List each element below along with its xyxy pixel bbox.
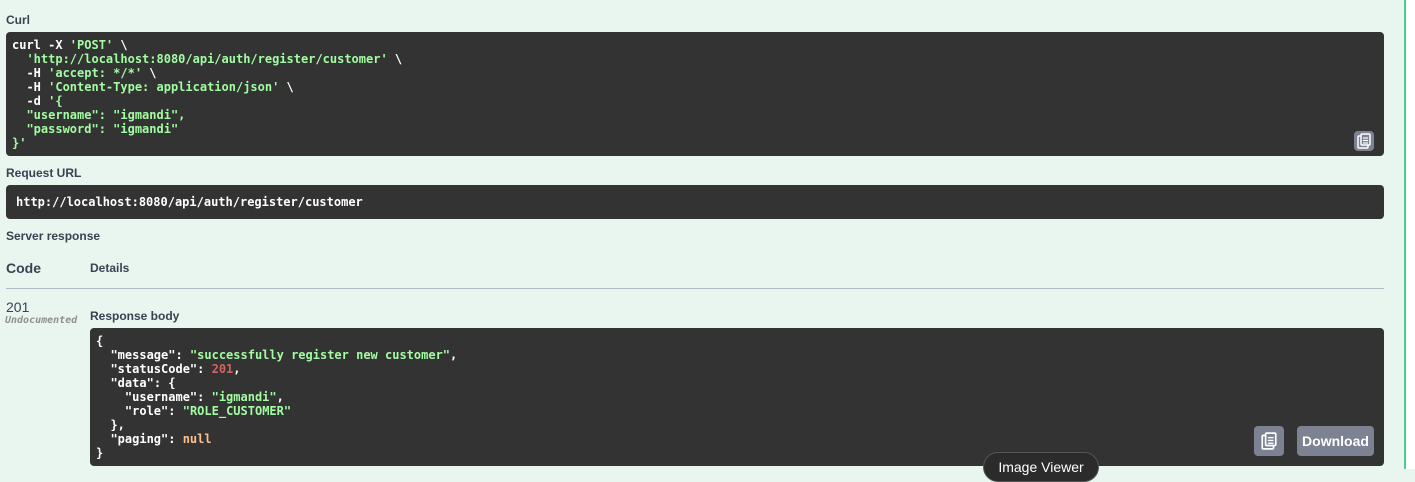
response-copy-button[interactable] [1254, 426, 1284, 456]
curl-line-8: }' [12, 136, 27, 150]
curl-copy-button[interactable] [1354, 131, 1374, 151]
request-url-value: http://localhost:8080/api/auth/register/… [16, 195, 363, 209]
table-divider [6, 288, 1384, 289]
curl-line-2: 'http://localhost:8080/api/auth/register… [26, 52, 403, 66]
curl-line-4: -H 'Content-Type: application/json' \ [12, 80, 294, 94]
image-viewer-tooltip: Image Viewer [983, 452, 1099, 482]
download-button[interactable]: Download [1297, 426, 1374, 456]
response-code-note: Undocumented [5, 315, 78, 326]
response-body-label: Response body [90, 309, 180, 323]
curl-code: curl -X 'POST' \ 'http://localhost:8080/… [12, 38, 1378, 150]
response-body-block[interactable]: { "message": "successfully register new … [90, 328, 1384, 466]
curl-line-6: "username": "igmandi", [12, 108, 186, 122]
clipboard-icon [1357, 133, 1371, 149]
code-column-header: Code [6, 260, 41, 276]
response-body-code: { "message": "successfully register new … [96, 334, 458, 460]
page-gutter [1406, 0, 1415, 469]
details-column-header: Details [90, 261, 130, 275]
response-code: 201 [6, 299, 30, 315]
server-response-label: Server response [6, 229, 101, 243]
curl-line-1: curl -X 'POST' \ [12, 38, 128, 52]
request-url-box[interactable]: http://localhost:8080/api/auth/register/… [6, 185, 1384, 219]
curl-line-5: -d '{ [12, 94, 63, 108]
curl-label: Curl [6, 13, 30, 27]
curl-code-block[interactable]: curl -X 'POST' \ 'http://localhost:8080/… [6, 32, 1384, 156]
request-url-label: Request URL [6, 166, 82, 180]
curl-line-3: -H 'accept: */*' \ [12, 66, 157, 80]
curl-line-7: "password": "igmandi" [12, 122, 179, 136]
clipboard-icon [1261, 432, 1277, 450]
